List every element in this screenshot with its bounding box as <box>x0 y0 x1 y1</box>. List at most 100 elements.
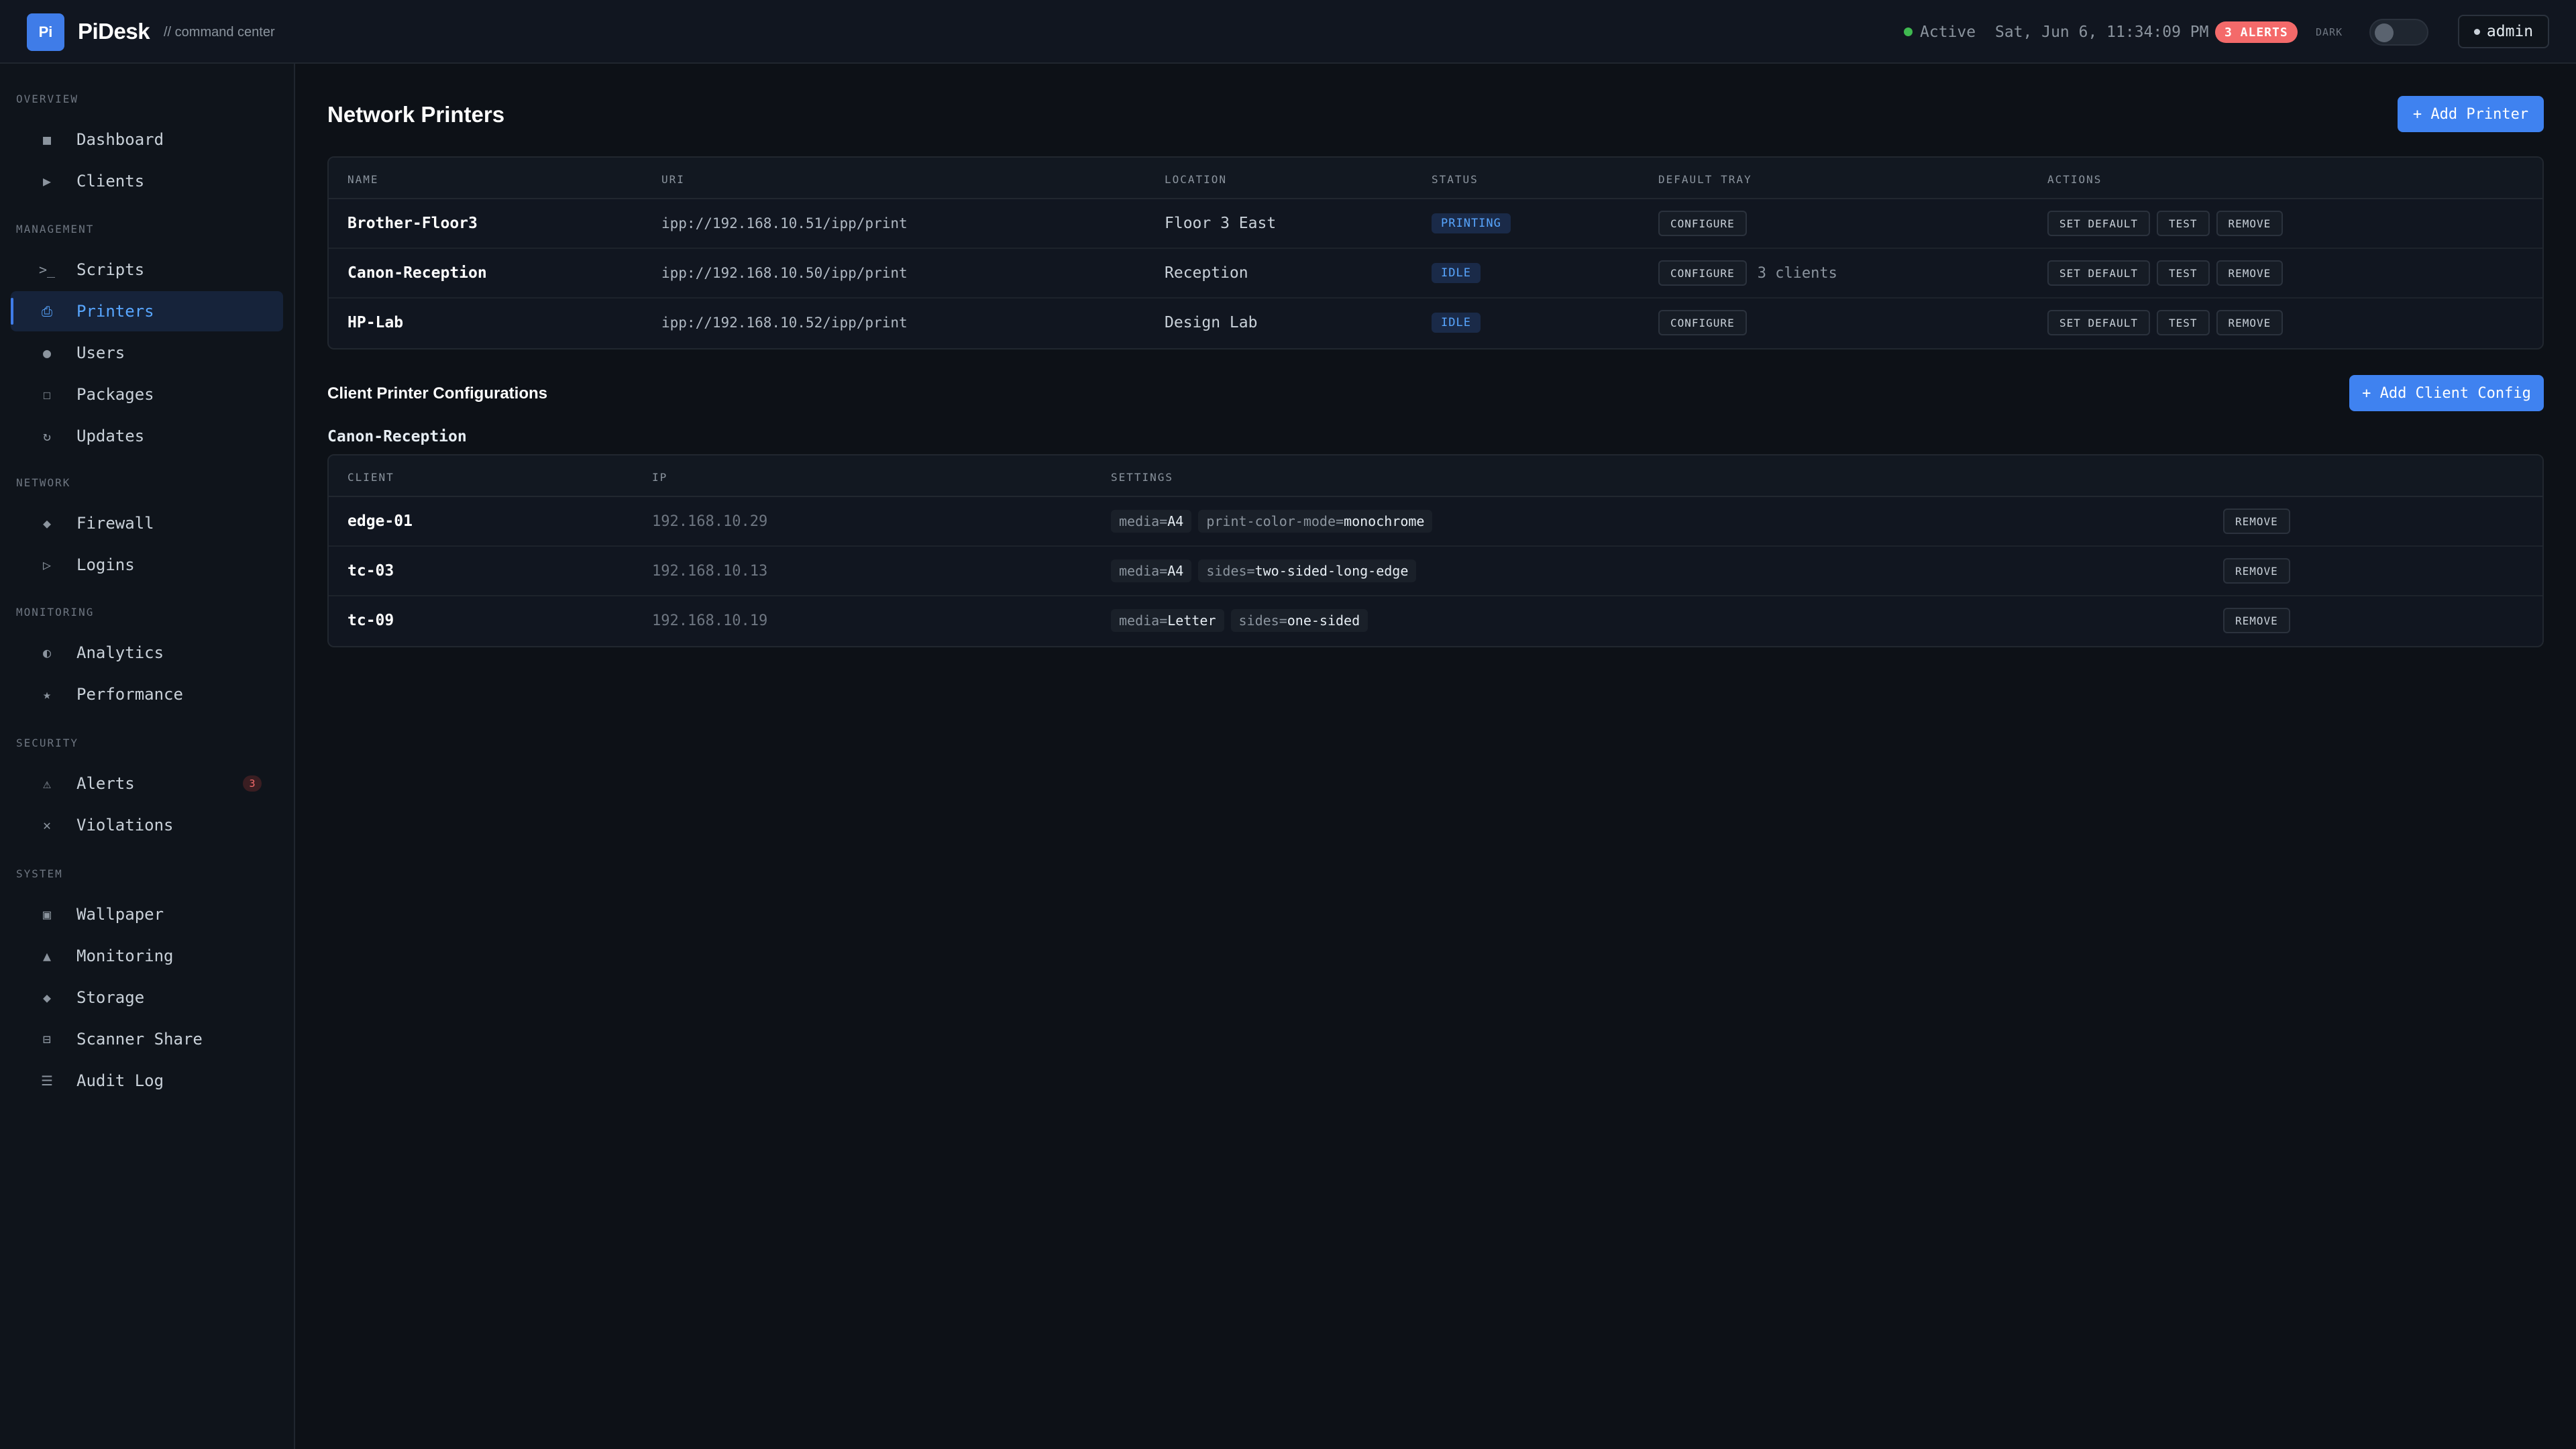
sidebar-section-system: SYSTEM <box>16 867 63 880</box>
sidebar-item-users[interactable]: ● Users <box>11 333 283 373</box>
table-row: tc-03 192.168.10.13 media= A4 sides= two-s… <box>329 547 2542 596</box>
client-name: tc-09 <box>347 612 394 629</box>
actions-cell: REMOVE <box>2223 596 2297 645</box>
status-badge: IDLE <box>1432 263 1481 283</box>
add-printer-button[interactable]: + Add Printer <box>2398 96 2544 132</box>
page-title: Network Printers <box>327 102 505 127</box>
alerts-badge[interactable]: 3 ALERTS <box>2215 21 2298 43</box>
table-row: tc-09 192.168.10.19 media= Letter sides= o… <box>329 596 2542 646</box>
sidebar-item-firewall[interactable]: ◆ Firewall <box>11 503 283 543</box>
sidebar-item-scanner-share[interactable]: ⊟ Scanner Share <box>11 1019 283 1059</box>
printer-name: Brother-Floor3 <box>347 215 478 232</box>
sidebar-item-label: Violations <box>76 816 174 835</box>
remove-button[interactable]: REMOVE <box>2216 310 2284 335</box>
sidebar-item-wallpaper[interactable]: ▣ Wallpaper <box>11 894 283 934</box>
sidebar-item-label: Scripts <box>76 260 145 279</box>
add-client-config-button[interactable]: + Add Client Config <box>2349 375 2544 411</box>
sidebar-item-label: Alerts <box>76 774 135 793</box>
sidebar-item-analytics[interactable]: ◐ Analytics <box>11 633 283 673</box>
sidebar-item-label: Printers <box>76 302 154 321</box>
user-name: admin <box>2486 23 2534 40</box>
table-row: edge-01 192.168.10.29 media= A4 print-col… <box>329 497 2542 547</box>
default-tray-cell: CONFIGURE <box>1658 199 1754 248</box>
firewall-icon: ◆ <box>42 515 52 531</box>
dark-mode-toggle[interactable] <box>2369 19 2428 46</box>
wallpaper-icon: ▣ <box>42 906 52 922</box>
sidebar-section-management: MANAGEMENT <box>16 223 95 235</box>
test-button[interactable]: TEST <box>2156 260 2210 286</box>
printer-location: Floor 3 East <box>1165 215 1277 232</box>
sidebar-section-network: NETWORK <box>16 476 71 489</box>
monitoring-icon: ▲ <box>42 948 52 964</box>
configure-button[interactable]: CONFIGURE <box>1658 260 1747 286</box>
client-ip: 192.168.10.29 <box>652 513 768 530</box>
system-status: Active <box>1920 23 1976 41</box>
dashboard-icon: ■ <box>42 131 52 148</box>
package-icon: ☐ <box>42 386 52 402</box>
set-default-button[interactable]: SET DEFAULT <box>2047 310 2150 335</box>
sidebar-item-audit-log[interactable]: ☰ Audit Log <box>11 1061 283 1101</box>
sidebar: OVERVIEW ■ Dashboard ▶ Clients MANAGEMENT >_ Sc… <box>0 64 295 1449</box>
sidebar-item-storage[interactable]: ◆ Storage <box>11 977 283 1018</box>
set-default-button[interactable]: SET DEFAULT <box>2047 260 2150 286</box>
setting-key: media= <box>1119 513 1168 529</box>
sidebar-item-label: Updates <box>76 427 145 445</box>
client-ip: 192.168.10.19 <box>652 612 768 629</box>
test-button[interactable]: TEST <box>2156 211 2210 236</box>
sidebar-item-dashboard[interactable]: ■ Dashboard <box>11 119 283 160</box>
column-header-name: NAME <box>347 173 379 186</box>
scanner-icon: ⊟ <box>42 1031 52 1047</box>
remove-button[interactable]: REMOVE <box>2216 260 2284 286</box>
setting-key: media= <box>1119 612 1168 629</box>
sidebar-section-security: SECURITY <box>16 737 79 749</box>
sidebar-item-packages[interactable]: ☐ Packages <box>11 374 283 415</box>
remove-button[interactable]: REMOVE <box>2223 558 2290 584</box>
sidebar-section-monitoring: MONITORING <box>16 606 95 619</box>
printer-icon: ⎙ <box>42 303 52 319</box>
sidebar-item-violations[interactable]: ✕ Violations <box>11 805 283 845</box>
users-icon: ● <box>42 345 52 361</box>
setting-key: print-color-mode= <box>1206 513 1344 529</box>
user-menu-button[interactable]: admin <box>2458 15 2549 48</box>
sidebar-item-logins[interactable]: ▷ Logins <box>11 545 283 585</box>
sidebar-item-label: Analytics <box>76 643 164 662</box>
sidebar-item-label: Logins <box>76 555 135 574</box>
setting-value: A4 <box>1167 563 1184 579</box>
remove-button[interactable]: REMOVE <box>2223 508 2290 534</box>
setting-chip: media= A4 <box>1111 510 1192 533</box>
sidebar-item-clients[interactable]: ▶ Clients <box>11 161 283 201</box>
sidebar-item-label: Audit Log <box>76 1071 164 1090</box>
column-header-settings: SETTINGS <box>1111 471 1174 484</box>
column-header-ip: IP <box>652 471 668 484</box>
test-button[interactable]: TEST <box>2156 310 2210 335</box>
sidebar-item-alerts[interactable]: ⚠ Alerts 3 <box>11 763 283 804</box>
sidebar-item-performance[interactable]: ★ Performance <box>11 674 283 714</box>
configure-button[interactable]: CONFIGURE <box>1658 211 1747 236</box>
actions-cell: SET DEFAULT TEST REMOVE <box>2047 299 2290 347</box>
printer-status-cell: IDLE <box>1432 299 1481 347</box>
toggle-knob <box>2375 23 2394 42</box>
sidebar-item-label: Monitoring <box>76 947 174 965</box>
terminal-icon: >_ <box>38 262 56 278</box>
printer-name: HP-Lab <box>347 314 404 331</box>
sidebar-item-updates[interactable]: ↻ Updates <box>11 416 283 456</box>
configure-button[interactable]: CONFIGURE <box>1658 310 1747 335</box>
sidebar-item-label: Performance <box>76 685 183 704</box>
sidebar-item-scripts[interactable]: >_ Scripts <box>11 250 283 290</box>
remove-button[interactable]: REMOVE <box>2223 608 2290 633</box>
client-ip: 192.168.10.13 <box>652 562 768 580</box>
sidebar-item-monitoring[interactable]: ▲ Monitoring <box>11 936 283 976</box>
remove-button[interactable]: REMOVE <box>2216 211 2284 236</box>
column-header-actions: ACTIONS <box>2047 173 2102 186</box>
sidebar-item-printers[interactable]: ⎙ Printers <box>11 291 283 331</box>
tray-clients-note: 3 clients <box>1757 264 1837 282</box>
actions-cell: SET DEFAULT TEST REMOVE <box>2047 249 2290 297</box>
set-default-button[interactable]: SET DEFAULT <box>2047 211 2150 236</box>
settings-cell: media= A4 sides= two-sided-long-edge <box>1111 547 1423 595</box>
printer-status-cell: PRINTING <box>1432 199 1511 248</box>
printer-status-cell: IDLE <box>1432 249 1481 297</box>
setting-value: monochrome <box>1344 513 1425 529</box>
sidebar-item-label: Firewall <box>76 514 154 533</box>
setting-key: sides= <box>1206 563 1255 579</box>
settings-cell: media= A4 print-color-mode= monochrome <box>1111 497 1439 545</box>
